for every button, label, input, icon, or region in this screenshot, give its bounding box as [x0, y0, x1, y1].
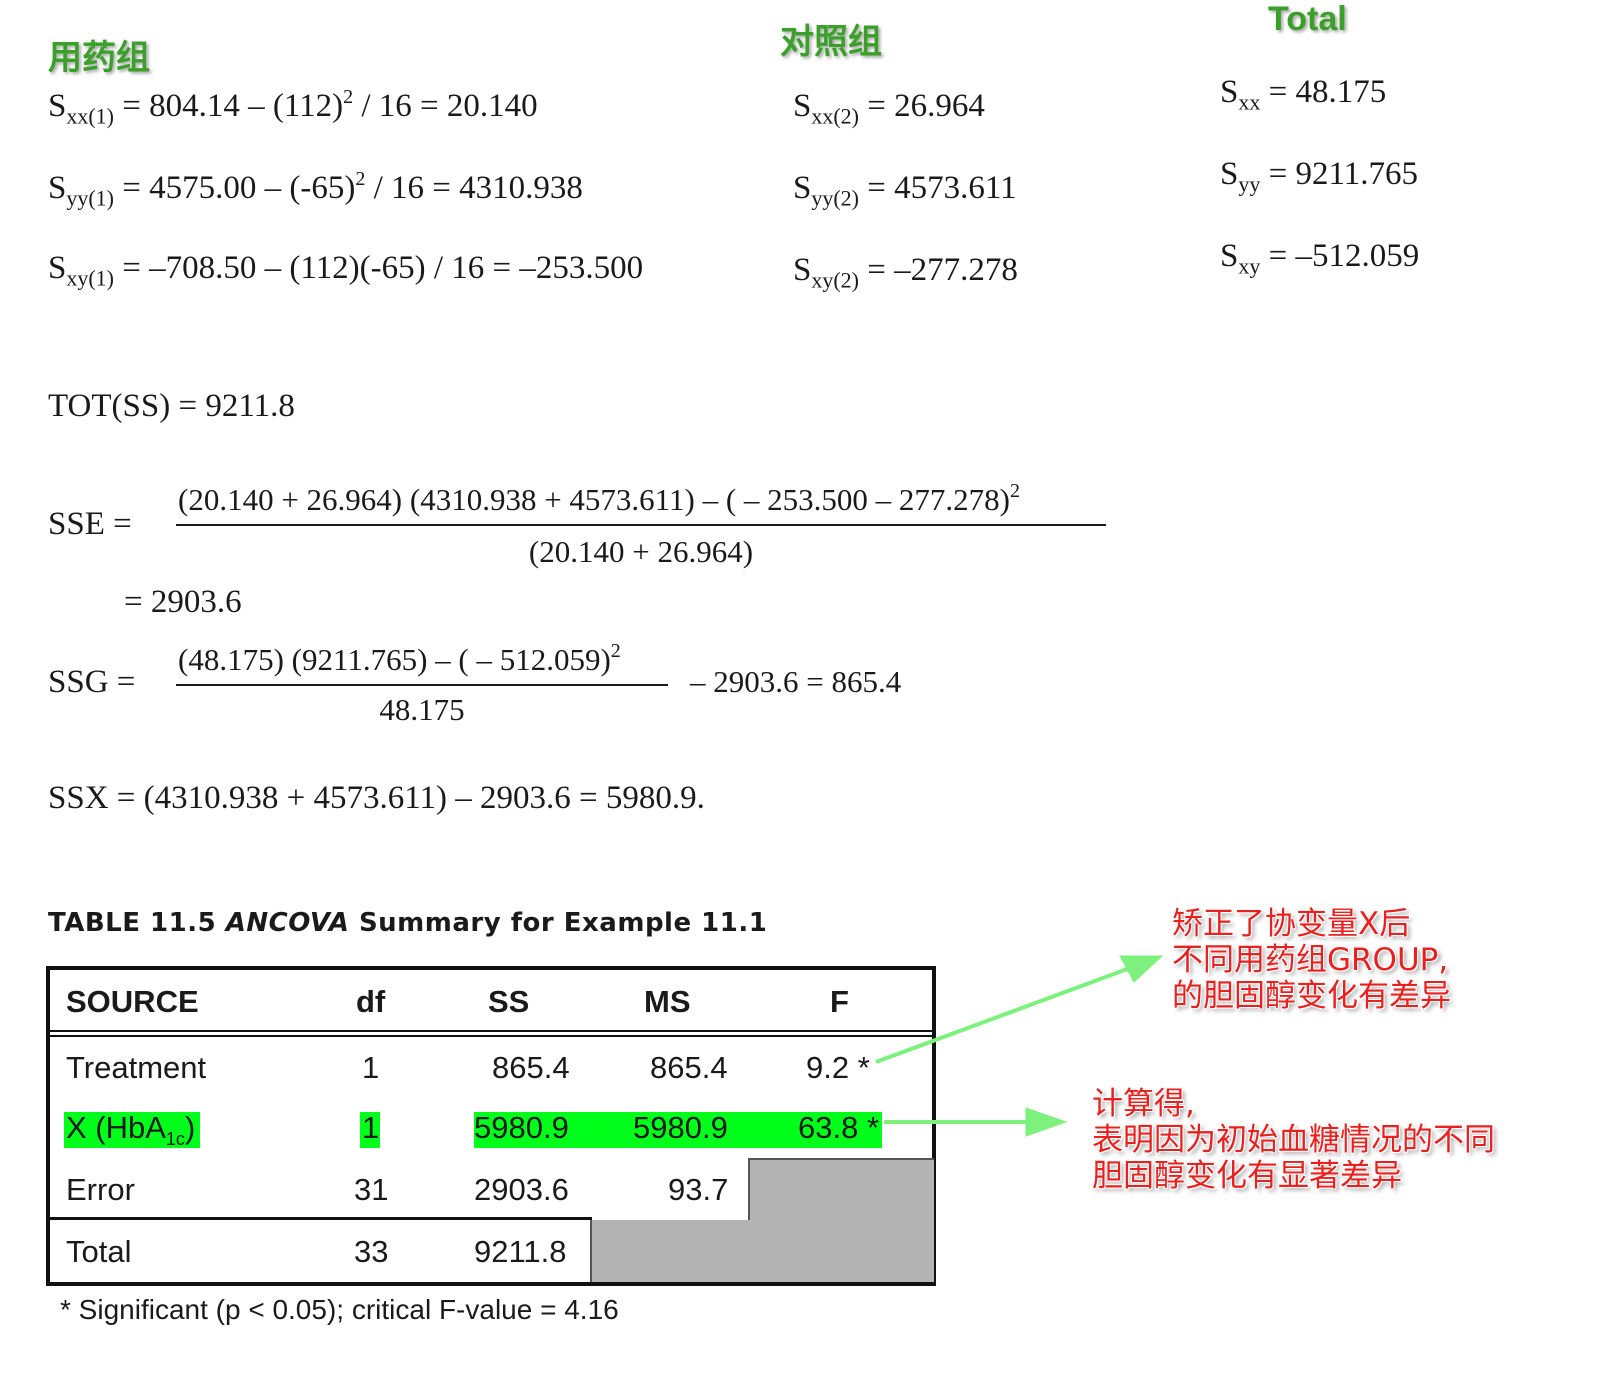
annotation-lower-line-3: 胆固醇变化有显著差异: [1092, 1158, 1402, 1194]
arrow-lower: [884, 1107, 1068, 1137]
arrow-upper: [875, 955, 1164, 1064]
annotation-upper-line-3: 的胆固醇变化有差异: [1172, 978, 1451, 1014]
annotation-upper-line-2: 不同用药组GROUP,: [1172, 942, 1449, 978]
annotation-upper-line-1: 矫正了协变量X后: [1172, 906, 1411, 942]
annotation-lower-line-2: 表明因为初始血糖情况的不同: [1092, 1122, 1495, 1158]
annotation-upper: 矫正了协变量X后 不同用药组GROUP, 的胆固醇变化有差异: [1172, 906, 1451, 1014]
annotation-lower: 计算得, 表明因为初始血糖情况的不同 胆固醇变化有显著差异: [1092, 1086, 1495, 1194]
annotation-lower-line-1: 计算得,: [1092, 1086, 1195, 1122]
